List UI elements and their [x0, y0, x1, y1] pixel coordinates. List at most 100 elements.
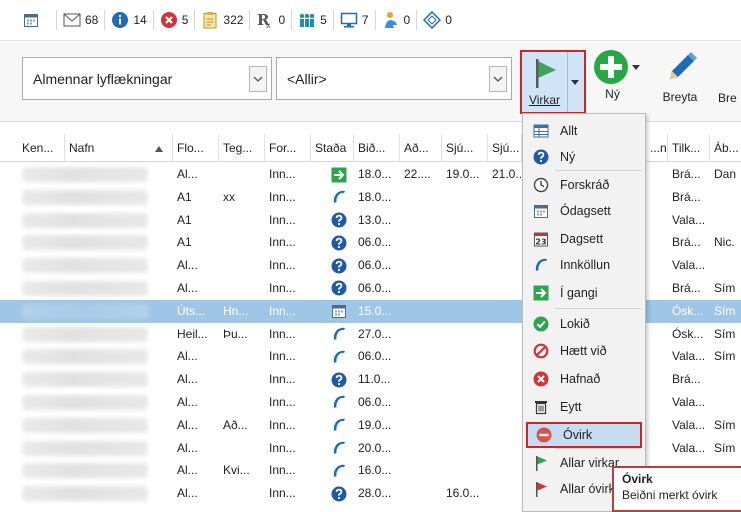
more-button[interactable]: Bre: [718, 89, 737, 105]
phone-icon: [532, 256, 550, 274]
table-cell-c7: [442, 368, 488, 391]
table-cell-c3: Inn...: [269, 280, 296, 295]
redacted-patient-name: [22, 189, 148, 205]
filter-select[interactable]: <Allir>: [276, 57, 512, 100]
col-tegund[interactable]: Teg...: [219, 134, 265, 162]
col-flokkur[interactable]: Flo...: [173, 134, 219, 162]
status-errors[interactable]: 5: [152, 10, 195, 30]
department-value: Almennar lyflækningar: [33, 70, 173, 87]
redacted-patient-name: [22, 280, 148, 296]
svg-text:23: 23: [535, 238, 546, 247]
virkar-dropdown-arrow[interactable]: [566, 52, 584, 112]
arrow-right-icon: [330, 166, 347, 183]
status-monitor[interactable]: 7: [332, 10, 375, 30]
menu-item-4[interactable]: 23 Dagsett: [525, 226, 643, 252]
col-n[interactable]: ...n...: [646, 134, 668, 162]
col-sju2[interactable]: Sjú...: [488, 134, 522, 162]
table-cell-c1: Al...: [177, 372, 198, 387]
menu-item-label: Ódagsett: [560, 204, 611, 218]
menu-item-label: Í gangi: [560, 286, 598, 300]
check-icon: [532, 315, 550, 333]
menu-item-3[interactable]: Ódagsett: [525, 198, 643, 224]
status-messages[interactable]: 68: [56, 10, 104, 30]
menu-item-label: Dagsett: [560, 232, 604, 246]
menu-item-11[interactable]: Óvirk: [526, 422, 642, 448]
menu-item-1[interactable]: Ný: [525, 144, 643, 170]
menu-item-6[interactable]: Í gangi: [525, 280, 643, 306]
new-button[interactable]: Ný: [593, 49, 640, 101]
menu-item-8[interactable]: Hætt við: [525, 338, 643, 364]
table-cell-c5: 15.0...: [358, 303, 392, 318]
menu-item-label: Óvirk: [563, 428, 593, 442]
table-cell-c2: [219, 254, 265, 277]
question-icon: [330, 280, 347, 297]
clipboard-count: 322: [223, 13, 244, 27]
table-cell-c8: [488, 186, 522, 209]
table-cell-c6: [400, 209, 442, 232]
red-flag-icon: [532, 480, 550, 498]
col-ken[interactable]: Ken...: [0, 134, 65, 162]
table-cell-c10: Sím: [714, 349, 736, 364]
col-sju1[interactable]: Sjú...: [442, 134, 488, 162]
col-ad[interactable]: Að...: [400, 134, 442, 162]
table-cell-c7: [442, 391, 488, 414]
status-person[interactable]: 0: [374, 10, 417, 30]
status-info[interactable]: 14: [104, 10, 152, 30]
tooltip-title: Óvirk: [622, 472, 653, 486]
table-cell-c8: [488, 254, 522, 277]
table-cell-c10: [710, 391, 741, 414]
menu-item-10[interactable]: Eytt: [525, 394, 643, 420]
cancel-icon: [532, 342, 550, 360]
table-cell-c1: Al...: [177, 486, 198, 501]
question-icon: [532, 148, 550, 166]
col-tilk[interactable]: Tilk...: [668, 134, 710, 162]
col-nafn[interactable]: Nafn: [65, 134, 173, 162]
table-cell-c2: Hn...: [223, 303, 249, 318]
redacted-patient-name: [22, 303, 148, 319]
table-cell-c6: [400, 368, 442, 391]
virkar-button[interactable]: Virkar: [522, 52, 568, 112]
menu-item-5[interactable]: Innköllun: [525, 252, 643, 278]
table-cell-c2: Kvi...: [223, 463, 250, 478]
table-cell-c10: [710, 209, 741, 232]
menu-item-2[interactable]: Forskráð: [525, 172, 643, 198]
table-cell-c8: [488, 209, 522, 232]
col-stada[interactable]: Staða: [311, 134, 354, 162]
menu-item-7[interactable]: Lokið: [525, 311, 643, 337]
table-cell-c7: [442, 437, 488, 460]
status-diamond[interactable]: 0: [416, 10, 458, 30]
col-form[interactable]: For...: [265, 134, 311, 162]
inactive-icon: [535, 426, 553, 444]
filter-value: <Allir>: [287, 70, 327, 87]
table-cell-c2: xx: [223, 189, 235, 204]
col-bid[interactable]: Bið...: [354, 134, 400, 162]
phone-icon: [330, 462, 347, 479]
status-people[interactable]: 5: [291, 10, 333, 30]
diamond-count: 0: [445, 13, 452, 27]
chevron-down-icon[interactable]: [249, 65, 267, 92]
menu-item-label: Lokið: [560, 317, 590, 331]
virkar-split-button[interactable]: Virkar: [520, 50, 586, 114]
status-prescription[interactable]: Rx 0: [249, 10, 291, 30]
status-calendar[interactable]: [22, 10, 56, 30]
table-cell-c9: Ósk...: [672, 326, 704, 341]
table-cell-c2: [219, 368, 265, 391]
chevron-down-icon[interactable]: [489, 65, 507, 92]
envelope-icon: [63, 11, 81, 29]
table-cell-c3: Inn...: [269, 235, 296, 250]
table-cell-c7: 16.0...: [446, 486, 480, 501]
col-ab[interactable]: Áb...: [710, 134, 741, 162]
pencil-icon: [662, 49, 698, 88]
table-cell-c10: Sím: [714, 440, 736, 455]
menu-item-9[interactable]: Hafnað: [525, 366, 643, 392]
status-clipboard[interactable]: 322: [194, 10, 249, 30]
trash-icon: [532, 398, 550, 416]
department-select[interactable]: Almennar lyflækningar: [22, 57, 272, 100]
table-cell-c7: [442, 231, 488, 254]
menu-item-0[interactable]: Allt: [525, 118, 643, 144]
tooltip-text: Beiðni merkt óvirk: [622, 488, 718, 502]
edit-button[interactable]: Breyta: [662, 49, 698, 104]
question-icon: [330, 234, 347, 251]
table-cell-c2: [219, 391, 265, 414]
table-cell-c10: [710, 186, 741, 209]
